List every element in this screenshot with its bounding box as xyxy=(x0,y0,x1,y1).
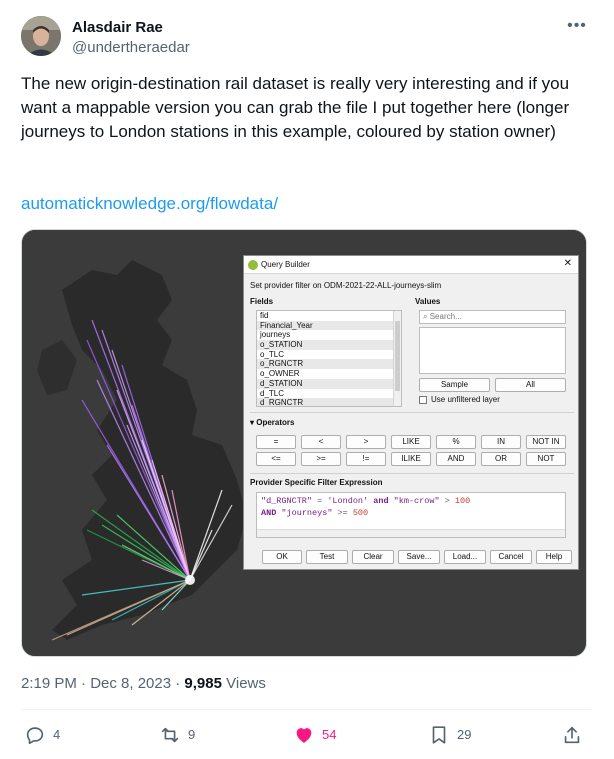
list-item[interactable]: Financial_Year xyxy=(257,320,401,331)
operators-label: ▾ Operators xyxy=(250,418,295,427)
search-icon: ⌕ xyxy=(423,312,428,321)
operator-button[interactable]: IN xyxy=(481,435,521,449)
tweet-link[interactable]: automaticknowledge.org/flowdata/ xyxy=(21,192,278,216)
share-button[interactable] xyxy=(561,724,583,746)
list-item[interactable]: d_TLC xyxy=(257,389,401,399)
like-count: 54 xyxy=(322,727,337,742)
load-button[interactable]: Load... xyxy=(444,550,486,564)
dialog-titlebar: Query Builder ✕ xyxy=(244,256,578,274)
more-options-icon[interactable]: ••• xyxy=(566,18,588,38)
reply-icon xyxy=(26,727,44,745)
divider xyxy=(250,412,574,413)
list-item[interactable]: d_STATION xyxy=(257,378,401,389)
operator-button[interactable]: NOT xyxy=(526,452,566,466)
list-item[interactable]: o_OWNER xyxy=(257,369,401,379)
fields-list[interactable]: fid Financial_Year journeys o_STATION o_… xyxy=(256,310,402,407)
operator-button[interactable]: != xyxy=(346,452,386,466)
dialog-subtitle: Set provider filter on ODM-2021-22-ALL-j… xyxy=(250,281,442,290)
tweet-text: The new origin-destination rail dataset … xyxy=(21,74,570,141)
qgis-logo-icon xyxy=(248,260,258,270)
operator-button[interactable]: > xyxy=(346,435,386,449)
operator-button[interactable]: % xyxy=(436,435,476,449)
list-item[interactable]: o_TLC xyxy=(257,350,401,360)
operator-button[interactable]: <= xyxy=(256,452,296,466)
help-button[interactable]: Help xyxy=(536,550,572,564)
filter-expression-input[interactable]: "d_RGNCTR" = 'London' and "km-crow" > 10… xyxy=(256,492,566,538)
query-builder-dialog: Query Builder ✕ Set provider filter on O… xyxy=(243,255,579,570)
list-item[interactable]: journeys xyxy=(257,330,401,340)
bookmark-button[interactable]: 29 xyxy=(428,724,471,746)
unfiltered-checkbox[interactable] xyxy=(419,396,427,404)
unfiltered-label: Use unfiltered layer xyxy=(431,395,500,404)
list-item[interactable]: o_RGNCTR xyxy=(257,359,401,370)
list-item[interactable]: o_STATION xyxy=(257,340,401,350)
views-label: Views xyxy=(221,675,266,692)
values-search-input[interactable]: ⌕ Search... xyxy=(419,310,566,324)
operator-button[interactable]: AND xyxy=(436,452,476,466)
operator-button[interactable]: < xyxy=(301,435,341,449)
views-count: 9,985 xyxy=(184,675,222,692)
all-button[interactable]: All xyxy=(495,378,566,392)
author-name[interactable]: Alasdair Rae xyxy=(72,18,163,38)
tweet: Alasdair Rae @undertheraedar ••• The new… xyxy=(0,0,614,759)
fields-scrollbar[interactable] xyxy=(393,311,401,406)
close-icon[interactable]: ✕ xyxy=(564,258,572,269)
operator-button[interactable]: ILIKE xyxy=(391,452,431,466)
cancel-button[interactable]: Cancel xyxy=(490,550,532,564)
operator-button[interactable]: >= xyxy=(301,452,341,466)
values-label: Values xyxy=(415,297,441,306)
reply-count: 4 xyxy=(53,727,61,742)
bookmark-count: 29 xyxy=(457,727,472,742)
list-item[interactable]: fid xyxy=(257,311,401,321)
tweet-media[interactable]: Query Builder ✕ Set provider filter on O… xyxy=(21,229,587,657)
test-button[interactable]: Test xyxy=(306,550,348,564)
share-icon xyxy=(564,726,580,744)
reply-button[interactable]: 4 xyxy=(24,724,60,746)
values-list[interactable] xyxy=(419,327,566,374)
sample-button[interactable]: Sample xyxy=(419,378,490,392)
clear-button[interactable]: Clear xyxy=(352,550,394,564)
operator-button[interactable]: NOT IN xyxy=(526,435,566,449)
ok-button[interactable]: OK xyxy=(262,550,302,564)
list-item[interactable]: d_RGNCTR xyxy=(257,398,401,406)
heart-icon xyxy=(296,728,312,743)
divider xyxy=(21,709,591,710)
divider xyxy=(250,473,574,474)
dialog-title: Query Builder xyxy=(261,260,310,269)
bookmark-icon xyxy=(432,726,446,744)
operator-button[interactable]: OR xyxy=(481,452,521,466)
author-handle[interactable]: @undertheraedar xyxy=(72,38,190,58)
search-placeholder: Search... xyxy=(429,312,462,321)
repost-icon xyxy=(161,727,179,743)
fields-label: Fields xyxy=(250,297,274,306)
like-button[interactable]: 54 xyxy=(293,724,336,746)
repost-button[interactable]: 9 xyxy=(159,724,195,746)
tweet-meta: 2:19 PM · Dec 8, 2023 · 9,985 Views xyxy=(21,674,266,694)
timestamp[interactable]: 2:19 PM · Dec 8, 2023 · xyxy=(21,675,184,692)
expression-scrollbar[interactable] xyxy=(257,529,565,537)
operator-button[interactable]: = xyxy=(256,435,296,449)
expression-label: Provider Specific Filter Expression xyxy=(250,478,383,487)
avatar[interactable] xyxy=(21,16,61,56)
save-button[interactable]: Save... xyxy=(398,550,440,564)
repost-count: 9 xyxy=(188,727,196,742)
operator-button[interactable]: LIKE xyxy=(391,435,431,449)
